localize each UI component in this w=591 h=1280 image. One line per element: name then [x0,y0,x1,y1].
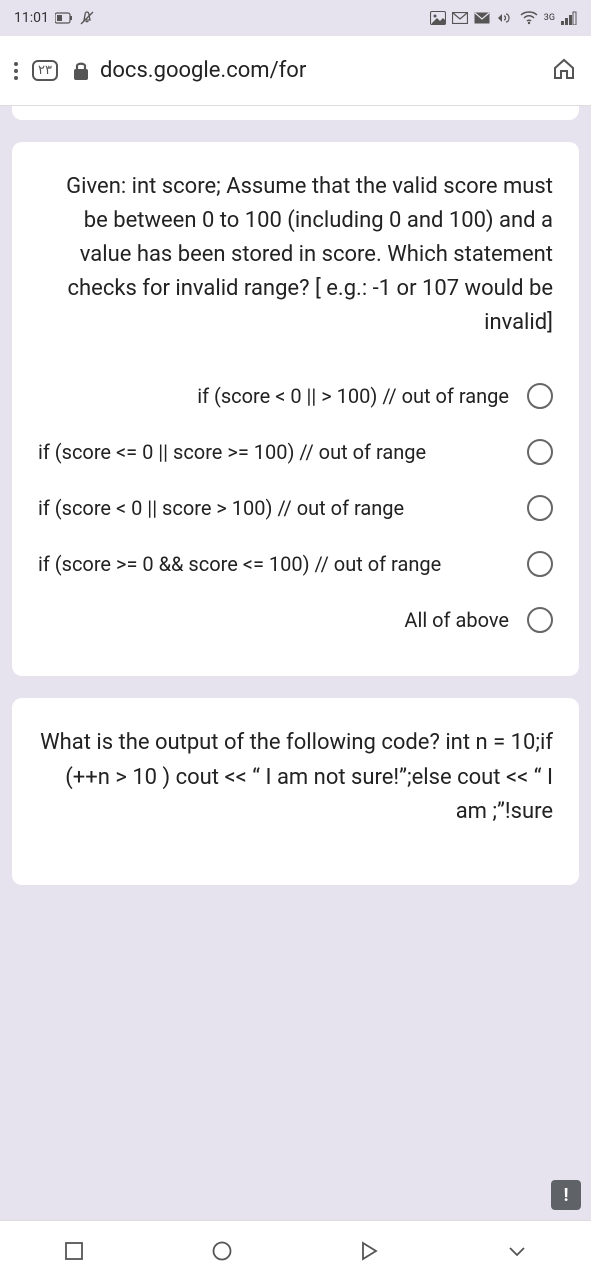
home-icon[interactable] [551,56,577,86]
url-text: docs.google.com/for [100,58,306,83]
option-2-label: if (score <= 0 || score >= 100) // out o… [38,438,509,466]
radio-button[interactable] [527,383,553,409]
previous-card-fragment [12,106,579,120]
question-2-text: What is the output of the following code… [38,726,553,828]
nav-recent-button[interactable] [63,1240,85,1262]
system-nav-bar [0,1220,591,1280]
radio-button[interactable] [527,439,553,465]
option-row-5[interactable]: All of above [38,592,553,648]
feedback-button[interactable]: ! [551,1180,581,1210]
question-card-1: Given: int score; Assume that the valid … [12,142,579,676]
wifi-icon [520,11,538,25]
mail-icon-2 [474,12,490,24]
nav-dropdown-button[interactable] [506,1240,528,1262]
status-time: 11:01 [14,10,49,26]
question-1-text: Given: int score; Assume that the valid … [38,170,553,340]
option-row-1[interactable]: if (score < 0 || > 100) // out of range [38,368,553,424]
tab-count-button[interactable]: ٢٣ [32,60,58,81]
image-icon [430,11,446,25]
signal-icon [561,11,577,25]
nav-home-button[interactable] [211,1240,233,1262]
battery-icon [55,12,73,24]
option-row-2[interactable]: if (score <= 0 || score >= 100) // out o… [38,424,553,480]
radio-button[interactable] [527,495,553,521]
status-left: 11:01 [14,10,95,26]
nav-back-button[interactable] [358,1240,380,1262]
volte-icon [496,12,514,24]
option-3-label: if (score < 0 || score > 100) // out of … [38,494,509,522]
option-row-4[interactable]: if (score >= 0 && score <= 100) // out o… [38,536,553,592]
menu-icon[interactable] [14,62,18,80]
status-bar: 11:01 3G [0,0,591,36]
option-1-label: if (score < 0 || > 100) // out of range [38,382,509,410]
url-area[interactable]: docs.google.com/for [72,58,537,83]
browser-address-bar: ٢٣ docs.google.com/for [0,36,591,106]
network-type: 3G [544,13,555,23]
page-body: Given: int score; Assume that the valid … [0,106,591,1220]
option-row-3[interactable]: if (score < 0 || score > 100) // out of … [38,480,553,536]
mail-icon-1 [452,12,468,24]
radio-button[interactable] [527,551,553,577]
lock-icon [72,61,90,81]
question-card-2: What is the output of the following code… [12,698,579,884]
radio-button[interactable] [527,607,553,633]
option-4-label: if (score >= 0 && score <= 100) // out o… [38,550,509,578]
mute-icon [79,10,95,26]
option-5-label: All of above [38,606,509,634]
status-right: 3G [430,11,577,25]
